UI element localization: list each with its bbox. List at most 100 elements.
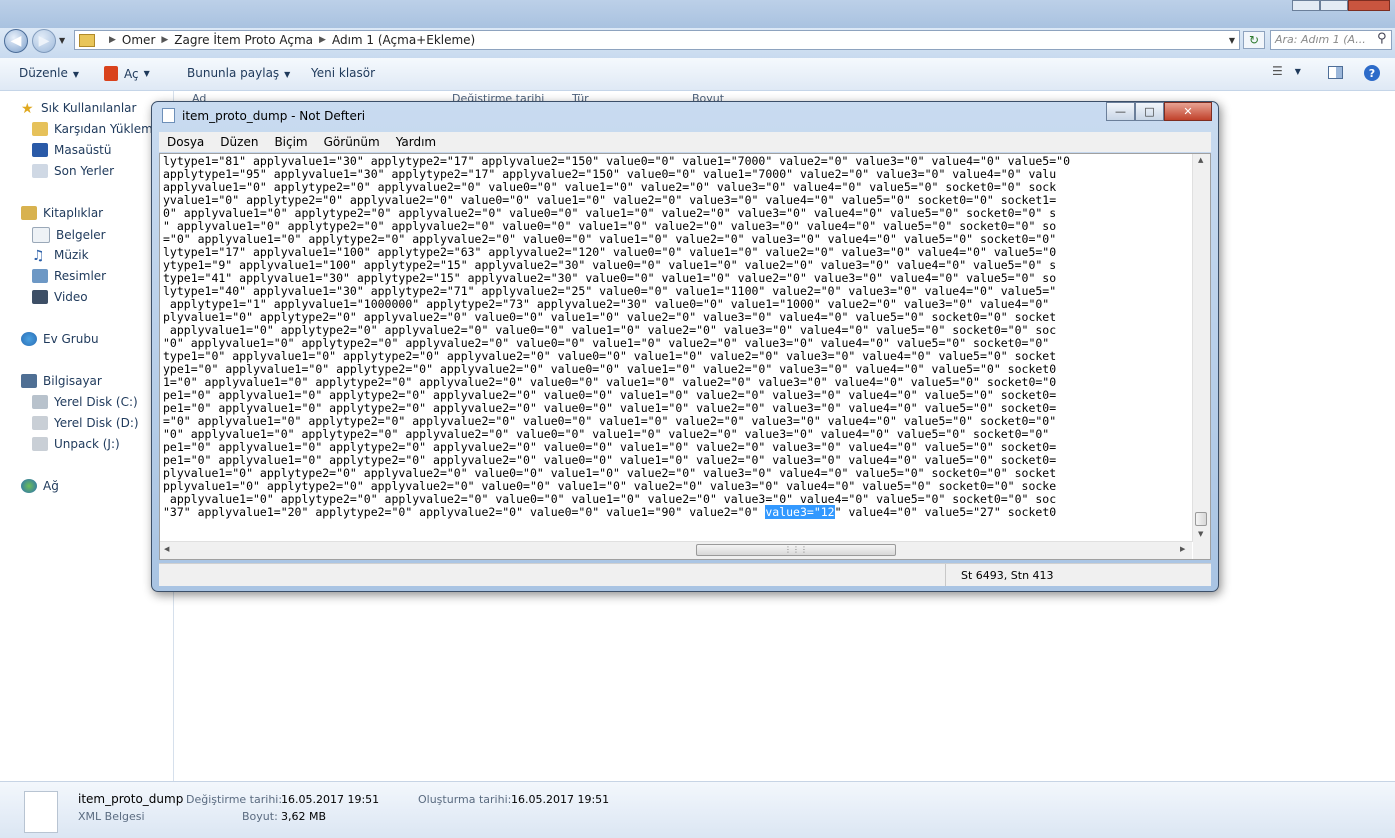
created-label: Oluşturma tarihi:	[418, 793, 512, 806]
nav-computer[interactable]: Bilgisayar	[21, 374, 102, 388]
vertical-scrollbar[interactable]: ▲ ▼	[1192, 154, 1210, 542]
view-options-button[interactable]: ☰ ▼	[1272, 64, 1301, 78]
libraries-icon	[21, 206, 37, 220]
help-icon: ?	[1368, 66, 1376, 80]
navigation-pane: ★ Sık Kullanılanlar Karşıdan Yüklemeler M…	[0, 91, 176, 781]
share-button[interactable]: Bununla paylaş ▼	[187, 66, 290, 80]
nav-libraries-label: Kitaplıklar	[43, 206, 104, 220]
recent-places-icon	[32, 164, 48, 178]
pictures-icon	[32, 269, 48, 283]
menu-view[interactable]: Görünüm	[324, 135, 380, 149]
back-button[interactable]: ◀	[4, 29, 28, 53]
notepad-text-content[interactable]: lytype1="81" applyvalue1="30" applytype2…	[163, 155, 1188, 520]
text-after-selection: " value4="0" value5="27" socket0	[834, 505, 1057, 519]
nav-favorites-label: Sık Kullanılanlar	[41, 101, 137, 115]
refresh-button[interactable]: ↻	[1243, 31, 1265, 49]
music-icon: ♫	[32, 248, 45, 264]
nav-homegroup[interactable]: Ev Grubu	[21, 332, 99, 346]
homegroup-icon	[21, 332, 37, 346]
dropdown-arrow-icon: ▼	[284, 70, 291, 79]
text-selection: value3="12	[765, 505, 835, 519]
scroll-down-icon[interactable]: ▼	[1198, 530, 1203, 538]
new-folder-label: Yeni klasör	[311, 66, 376, 80]
folder-icon	[79, 33, 95, 47]
help-button[interactable]: ?	[1364, 65, 1380, 81]
notepad-close-button[interactable]: ✕	[1164, 102, 1212, 121]
breadcrumb-item[interactable]: Adım 1 (Açma+Ekleme)	[332, 33, 475, 47]
view-list-icon: ☰	[1272, 64, 1283, 78]
nav-recent-label: Son Yerler	[54, 164, 115, 178]
forward-arrow-icon: ▶	[38, 33, 50, 49]
forward-button[interactable]: ▶	[32, 29, 56, 53]
nav-libraries[interactable]: Kitaplıklar	[21, 206, 103, 220]
nav-unpack-label: Unpack (J:)	[54, 437, 120, 451]
nav-music[interactable]: ♫ Müzik	[32, 248, 89, 264]
vertical-scroll-thumb[interactable]	[1195, 512, 1207, 526]
drive-c-icon	[32, 395, 48, 409]
nav-unpack[interactable]: Unpack (J:)	[32, 437, 120, 451]
nav-disk-d[interactable]: Yerel Disk (D:)	[32, 416, 139, 430]
new-folder-button[interactable]: Yeni klasör	[311, 66, 375, 80]
nav-disk-d-label: Yerel Disk (D:)	[54, 416, 139, 430]
menu-file[interactable]: Dosya	[167, 135, 204, 149]
minimize-icon: —	[1115, 105, 1126, 118]
back-arrow-icon: ◀	[10, 33, 22, 49]
address-dropdown-icon[interactable]: ▼	[1229, 36, 1235, 45]
scroll-right-icon[interactable]: ▶	[1180, 545, 1185, 553]
nav-documents[interactable]: Belgeler	[32, 227, 106, 243]
nav-pictures[interactable]: Resimler	[32, 269, 106, 283]
nav-disk-c[interactable]: Yerel Disk (C:)	[32, 395, 138, 409]
preview-pane-button[interactable]	[1328, 66, 1343, 79]
nav-recent[interactable]: Son Yerler	[32, 164, 114, 178]
notepad-status-bar: St 6493, Stn 413	[159, 563, 1211, 586]
documents-icon	[32, 227, 50, 243]
file-type: XML Belgesi	[78, 810, 145, 823]
preview-pane-icon	[1336, 67, 1342, 78]
refresh-icon: ↻	[1248, 33, 1260, 47]
nav-network[interactable]: Ağ	[21, 479, 59, 493]
nav-video-label: Video	[54, 290, 88, 304]
recent-pages-chevron-icon[interactable]: ▼	[59, 36, 65, 45]
breadcrumb-item[interactable]: Zagre İtem Proto Açma	[174, 33, 313, 47]
nav-documents-label: Belgeler	[56, 228, 106, 242]
explorer-maximize-button[interactable]	[1320, 0, 1348, 11]
organize-label: Düzenle	[19, 66, 68, 80]
notepad-maximize-button[interactable]: □	[1135, 102, 1164, 121]
breadcrumb-separator-icon: ▶	[109, 35, 116, 45]
modified-label: Değiştirme tarihi:	[186, 793, 283, 806]
nav-favorites[interactable]: ★ Sık Kullanılanlar	[21, 101, 137, 117]
horizontal-scrollbar[interactable]: ◀ ⋮⋮⋮ ▶	[160, 541, 1192, 559]
breadcrumb-item[interactable]: Omer	[122, 33, 155, 47]
search-icon: ⚲	[1377, 31, 1387, 46]
breadcrumb-separator-icon: ▶	[161, 35, 169, 45]
notepad-minimize-button[interactable]: —	[1106, 102, 1135, 121]
notepad-title: item_proto_dump - Not Defteri	[182, 109, 366, 123]
nav-video[interactable]: Video	[32, 290, 88, 304]
organize-button[interactable]: Düzenle ▼	[19, 66, 79, 80]
status-divider	[945, 564, 946, 586]
menu-edit[interactable]: Düzen	[220, 135, 258, 149]
grip-icon: ⋮⋮⋮	[784, 545, 808, 554]
size-value: 3,62 MB	[281, 810, 327, 823]
open-button[interactable]: Aç ▼	[104, 66, 150, 81]
explorer-minimize-button[interactable]	[1292, 0, 1320, 11]
menu-format[interactable]: Biçim	[274, 135, 307, 149]
nav-desktop[interactable]: Masaüstü	[32, 143, 111, 157]
notepad-text-area[interactable]: lytype1="81" applyvalue1="30" applytype2…	[159, 153, 1211, 560]
search-input[interactable]: Ara: Adım 1 (A...	[1270, 30, 1392, 50]
downloads-folder-icon	[32, 122, 48, 136]
explorer-close-button[interactable]	[1348, 0, 1390, 11]
cursor-position: St 6493, Stn 413	[961, 569, 1054, 582]
horizontal-scroll-thumb[interactable]: ⋮⋮⋮	[696, 544, 896, 556]
nav-desktop-label: Masaüstü	[54, 143, 112, 157]
scroll-left-icon[interactable]: ◀	[164, 545, 169, 553]
computer-icon	[21, 374, 37, 388]
drive-d-icon	[32, 416, 48, 430]
explorer-window-buttons	[1292, 0, 1392, 12]
text-before-selection: "37" applyvalue1="20" applytype2="0" app…	[163, 505, 766, 519]
menu-help[interactable]: Yardım	[396, 135, 436, 149]
address-bar[interactable]: ▶ Omer ▶ Zagre İtem Proto Açma ▶ Adım 1 …	[74, 30, 1240, 50]
scroll-up-icon[interactable]: ▲	[1198, 156, 1203, 164]
explorer-title-bar	[0, 0, 1395, 28]
dropdown-arrow-icon: ▼	[72, 70, 80, 79]
